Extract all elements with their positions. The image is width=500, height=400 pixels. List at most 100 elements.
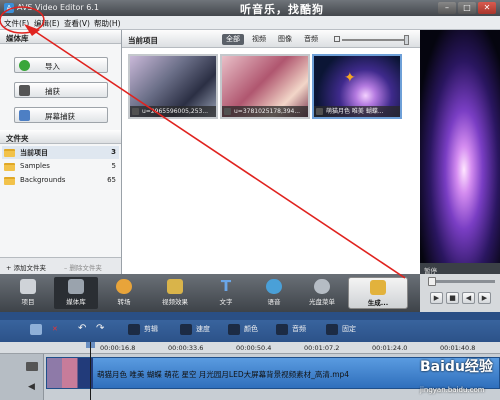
screen-capture-button[interactable]: 屏幕捕获 [14,107,108,123]
zoom-slider[interactable] [342,39,408,41]
voice-button[interactable]: 语音 [252,277,296,309]
audio-label: 音频 [292,325,306,333]
menu-view[interactable]: 查看(V) [64,18,90,29]
folder-icon [4,149,15,157]
stop-icon[interactable]: ■ [446,292,459,304]
import-label: 导入 [45,62,60,71]
storyboard-icon[interactable] [30,322,46,336]
title-slogan: 听音乐，找酷狗 [240,3,324,16]
ruler-tick-label: 00:01:24.0 [372,344,408,352]
playhead[interactable] [90,342,91,400]
folder-count: 65 [107,176,116,184]
next-frame-icon[interactable]: ▶ [478,292,491,304]
import-icon [19,60,30,71]
project-button[interactable]: 项目 [6,277,50,309]
add-folder-button[interactable]: + 添加文件夹 [6,262,46,272]
import-button[interactable]: 导入 [14,57,108,73]
butterfly-icon: ✦ [344,70,356,86]
remove-folder-button[interactable]: – 删除文件夹 [64,262,102,272]
preview-status: 暂停 [420,263,500,275]
delete-icon[interactable]: ✕ [52,322,58,336]
disc-menu-button[interactable]: 光盘菜单 [300,277,344,309]
seek-bar[interactable] [430,280,495,283]
text-button[interactable]: T 文字 [204,277,248,309]
folder-actions: + 添加文件夹 – 删除文件夹 [0,257,121,274]
trim-button[interactable]: 剪辑 [128,322,158,336]
close-button[interactable]: ✕ [478,2,496,14]
undo-icon[interactable]: ↶ [78,322,86,336]
folder-count: 3 [111,148,116,156]
folder-item-samples[interactable]: Samples 5 [2,160,119,173]
timeline-ruler[interactable]: 00:00:16.8 00:00:33.6 00:00:50.4 00:01:0… [0,342,500,354]
project-icon [20,279,36,294]
tab-all[interactable]: 全部 [222,34,244,45]
media-caption: u=3781025178,394... [222,106,308,117]
window-title: AVS Video Editor 6.1 [17,3,99,12]
media-caption: 萌猫月色 唯美 蝴蝶... [314,106,400,117]
voice-label: 语音 [267,298,281,306]
audio-button[interactable]: 音频 [276,322,306,336]
menu-edit[interactable]: 编辑(E) [34,18,60,29]
video-track-icon [26,362,38,371]
speed-button[interactable]: 速度 [180,322,210,336]
seek-handle[interactable] [428,277,436,286]
folder-icon [4,177,15,185]
folder-name: Samples [20,162,50,170]
media-thumbnail[interactable]: u=2965596005,253... [128,54,218,119]
watermark-url: jingyan.baidu.com [420,386,485,394]
toolbar-divider [0,312,500,320]
ruler-tick-label: 00:01:07.2 [304,344,340,352]
media-library-icon [68,279,84,294]
menu-file[interactable]: 文件(F) [4,18,29,29]
video-effects-label: 视频效果 [162,298,188,306]
folder-item-current-project[interactable]: 当前项目 3 [2,146,119,159]
library-title: 当前项目 [128,36,158,45]
media-library-header: 媒体库 [0,30,121,44]
media-thumbnail[interactable]: u=3781025178,394... [220,54,310,119]
capture-button[interactable]: 捕获 [14,82,108,98]
audio-track-icon: ◀ [28,382,35,392]
freeze-button[interactable]: 固定 [326,322,356,336]
preview-window [420,30,500,263]
capture-label: 捕获 [45,87,60,96]
clip-title: 萌猫月色 唯美 蝴蝶 萌花 星空 月光园月LED大屏幕背景视频素材_高清.mp4 [97,370,350,379]
media-thumbnail-selected[interactable]: ✦ 萌猫月色 唯美 蝴蝶... [312,54,402,119]
menu-bar: 文件(F) 编辑(E) 查看(V) 帮助(H) [0,16,500,30]
folder-icon [4,163,15,171]
library-header: 当前项目 全部 视频 图像 音频 [122,30,420,48]
freeze-label: 固定 [342,325,356,333]
disc-menu-label: 光盘菜单 [309,298,335,306]
media-library-panel: 媒体库 导入 捕获 屏幕捕获 文件夹 当前项目 3 Samples 5 Back… [0,30,122,274]
text-label: 文字 [219,298,233,306]
produce-button[interactable]: 生成... [348,277,408,309]
media-library-label: 媒体库 [66,298,86,306]
capture-icon [19,85,30,96]
ruler-tick-label: 00:00:50.4 [236,344,272,352]
video-effects-button[interactable]: 视频效果 [150,277,200,309]
prev-frame-icon[interactable]: ◀ [462,292,475,304]
transitions-label: 转场 [117,298,131,306]
folder-item-backgrounds[interactable]: Backgrounds 65 [2,174,119,187]
menu-help[interactable]: 帮助(H) [94,18,121,29]
tab-video[interactable]: 视频 [248,34,270,45]
minimize-button[interactable]: – [438,2,456,14]
ruler-tick-label: 00:00:33.6 [168,344,204,352]
transitions-button[interactable]: 转场 [102,277,146,309]
zoom-out-icon[interactable] [334,36,340,42]
redo-icon[interactable]: ↷ [96,322,104,336]
watermark-brand: Baidu经验 [420,359,493,375]
zoom-slider-handle[interactable] [404,35,409,45]
track-header: ◀ [0,354,44,400]
tab-image[interactable]: 图像 [274,34,296,45]
color-button[interactable]: 颜色 [228,322,258,336]
media-library-button[interactable]: 媒体库 [54,277,98,309]
play-icon[interactable]: ▶ [430,292,443,304]
main-toolbar: 项目 媒体库 转场 视频效果 T 文字 语音 光盘菜单 生成... [0,274,420,312]
maximize-button[interactable]: □ [458,2,476,14]
clip-thumbnail [47,358,93,388]
disc-icon [314,279,330,294]
trim-label: 剪辑 [144,325,158,333]
library-area: 当前项目 全部 视频 图像 音频 u=2965596005,253... u=3… [122,30,420,274]
tab-audio[interactable]: 音频 [300,34,322,45]
playback-controls: ▶ ■ ◀ ▶ [420,274,500,312]
